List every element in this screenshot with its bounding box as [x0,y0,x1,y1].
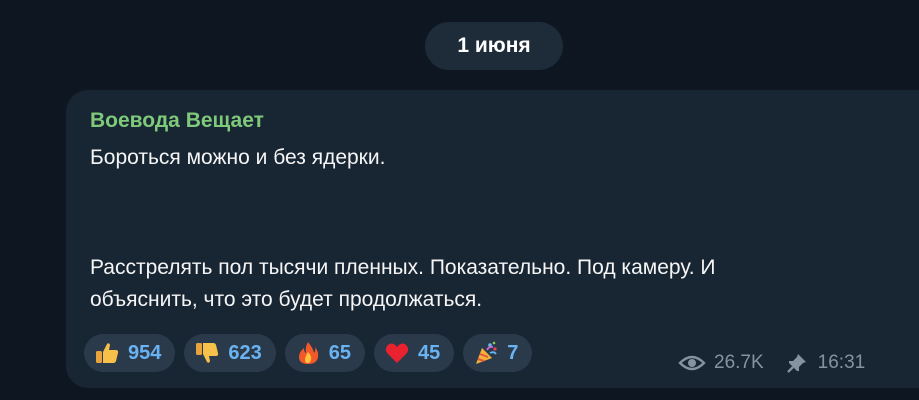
reaction-thumbs-up[interactable]: 954 [84,334,176,372]
message-time: 16:31 [817,352,866,373]
thumbs-down-icon [196,343,219,363]
reaction-count: 623 [228,341,262,364]
reaction-fire[interactable]: 65 [284,334,365,372]
message-text-line: Расстрелять пол тысячи пленных. Показате… [90,256,716,279]
reactions-bar: 954 623 65 45 7 [84,334,533,372]
reaction-thumbs-down[interactable]: 623 [184,334,276,372]
thumbs-up-icon [96,343,119,363]
reaction-count: 7 [507,341,519,364]
date-label: 1 июня [457,34,531,57]
heart-icon [385,343,409,363]
reaction-count: 65 [328,341,351,364]
reaction-count: 954 [128,341,162,364]
chat-area: 1 июня Воевода Вещает Бороться можно и б… [0,0,919,400]
pin-icon [786,354,806,373]
message-text-line: Бороться можно и без ядерки. [90,146,386,169]
reaction-count: 45 [418,341,441,364]
date-separator: 1 июня [425,22,563,70]
party-popper-icon [476,341,497,364]
views-count: 26.7K [714,352,764,373]
eye-icon [678,355,706,371]
message-meta: 26.7K 16:31 [678,352,865,374]
reaction-heart[interactable]: 45 [374,334,455,372]
message-text-line: объяснить, что это будет продолжаться. [90,288,483,311]
reaction-party-popper[interactable]: 7 [463,334,533,372]
fire-icon [298,342,318,364]
sender-name[interactable]: Воевода Вещает [90,109,264,133]
